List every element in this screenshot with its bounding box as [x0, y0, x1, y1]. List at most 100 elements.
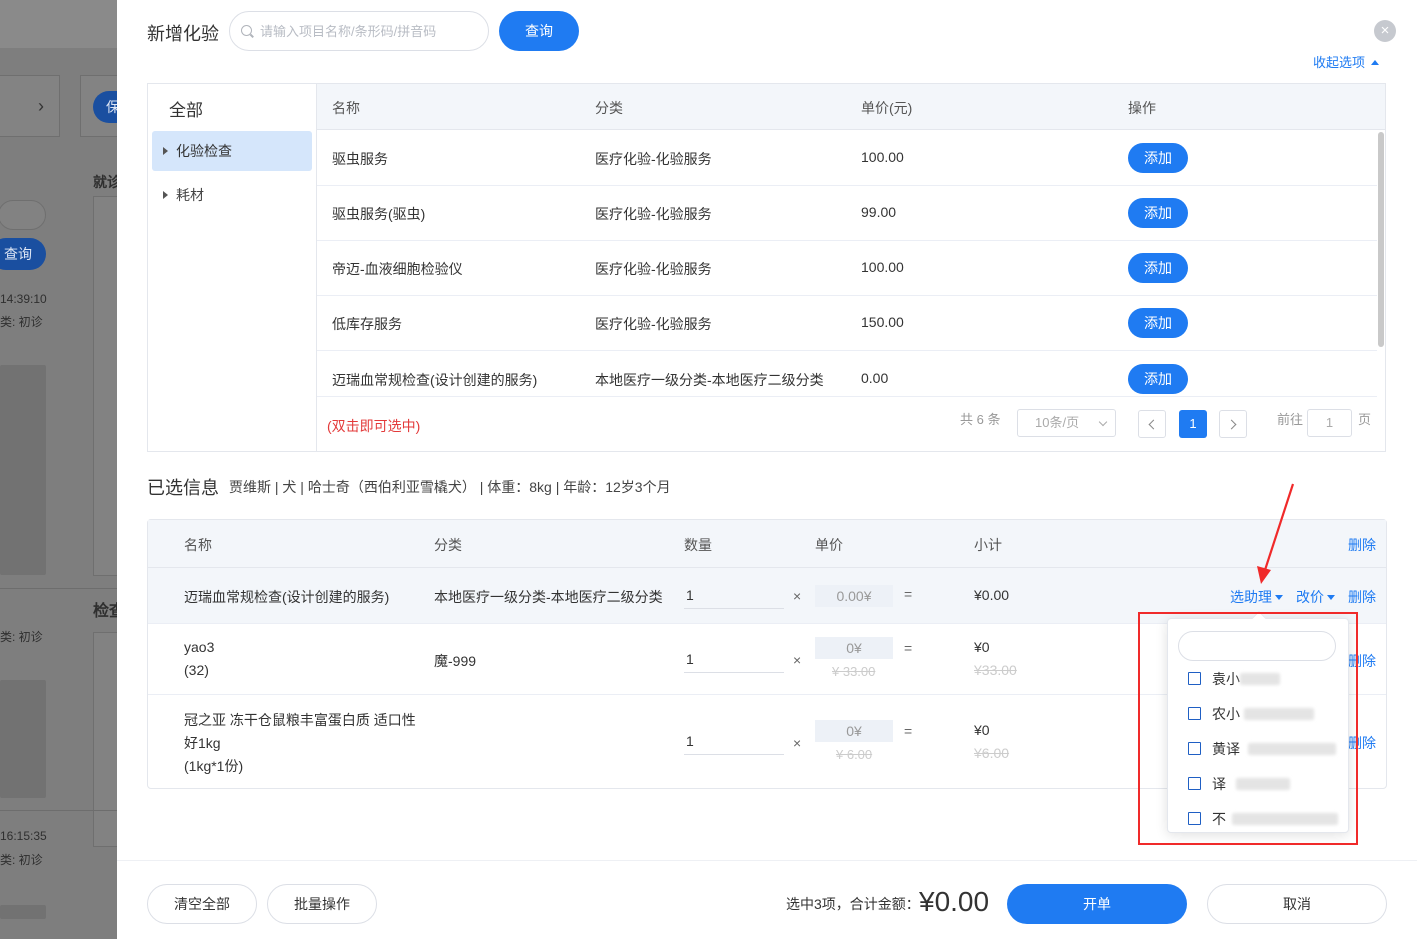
table-row[interactable]: 帝迈-血液细胞检验仪 医疗化验-化验服务 100.00 添加 [317, 241, 1377, 296]
change-price-label: 改价 [1296, 589, 1324, 605]
table-row[interactable]: 驱虫服务(驱虫) 医疗化验-化验服务 99.00 添加 [317, 186, 1377, 241]
bg-block [0, 365, 46, 575]
add-button[interactable]: 添加 [1128, 253, 1188, 283]
next-page-button[interactable] [1219, 410, 1247, 438]
close-icon[interactable]: × [1374, 20, 1396, 42]
category-item-consumables[interactable]: 耗材 [152, 175, 312, 215]
bg-panel [93, 196, 117, 576]
product-table-header: 名称 分类 单价(元) 操作 [317, 84, 1385, 130]
times-sign: × [793, 588, 802, 604]
submit-order-button[interactable]: 开单 [1007, 884, 1187, 924]
row-name: 帝迈-血液细胞检验仪 [332, 261, 463, 277]
item-subtotal: ¥0.00 [974, 587, 1010, 603]
row-category: 本地医疗一级分类-本地医疗二级分类 [595, 372, 824, 388]
clear-all-button[interactable]: 清空全部 [147, 884, 257, 924]
quantity-input[interactable]: 1 [684, 727, 784, 755]
bg-type: 类: 初诊 [0, 315, 43, 329]
collapse-options-link[interactable]: 收起选项 [1313, 52, 1380, 71]
item-subtotal: ¥0 [974, 639, 990, 655]
category-all[interactable]: 全部 [169, 96, 203, 121]
modal-footer: 清空全部 批量操作 选中3项，合计金额： ¥0.00 开单 取消 [117, 860, 1417, 939]
category-item-label: 化验检查 [176, 143, 232, 159]
table-row[interactable]: 驱虫服务 医疗化验-化验服务 100.00 添加 [317, 131, 1377, 186]
row-name: 低库存服务 [332, 316, 402, 332]
delete-all-link[interactable]: 删除 [1348, 535, 1376, 555]
item-name: 迈瑞血常规检查(设计创建的服务) [184, 589, 390, 605]
bg-header-strip [0, 0, 117, 48]
row-price: 100.00 [861, 259, 904, 275]
scrollbar-thumb[interactable] [1378, 132, 1384, 347]
row-price: 99.00 [861, 204, 897, 220]
item-name-line1: 冠之亚 冻干仓鼠粮丰富蛋白质 适口性 [184, 712, 416, 728]
selected-table-header: 名称 分类 数量 单价 小计 删除 [148, 520, 1386, 568]
row-name: 驱虫服务(驱虫) [332, 206, 426, 222]
prev-page-button[interactable] [1138, 410, 1166, 438]
change-price-dropdown[interactable]: 改价 [1296, 587, 1335, 607]
times-sign: × [793, 735, 802, 751]
bg-section-label-2: 检查 [93, 603, 117, 620]
add-button[interactable]: 添加 [1128, 364, 1188, 394]
unit-price-field[interactable]: 0¥ [815, 720, 893, 742]
bg-type-3: 类: 初诊 [0, 853, 43, 867]
add-button[interactable]: 添加 [1128, 198, 1188, 228]
quantity-input[interactable]: 1 [684, 645, 784, 673]
bg-time: 14:39:10 [0, 292, 47, 306]
add-button[interactable]: 添加 [1128, 308, 1188, 338]
header-action: 操作 [1128, 100, 1156, 116]
header-category: 分类 [434, 537, 462, 553]
bg-section-label: 就诊 [93, 174, 117, 190]
unit-price-field[interactable]: 0.00¥ [815, 585, 893, 607]
header-name: 名称 [332, 100, 360, 116]
add-button[interactable]: 添加 [1128, 143, 1188, 173]
header-qty: 数量 [684, 537, 712, 553]
search-button[interactable]: 查询 [499, 11, 579, 51]
item-category: 本地医疗一级分类-本地医疗二级分类 [434, 589, 663, 605]
goto-label: 前往 [1277, 412, 1304, 427]
cancel-button[interactable]: 取消 [1207, 884, 1387, 924]
item-name-line2: (32) [184, 662, 209, 678]
bg-query-button: 查询 [0, 238, 46, 270]
row-name: 驱虫服务 [332, 151, 388, 167]
bg-block-2 [0, 680, 46, 798]
total-amount: ¥0.00 [919, 886, 990, 917]
add-lab-test-modal: 新增化验 查询 × 收起选项 全部 化验检查 耗材 名称 分类 单价(元) 操作… [117, 0, 1417, 939]
quantity-input[interactable]: 1 [684, 581, 784, 609]
search-input[interactable] [260, 21, 480, 41]
item-subtotal: ¥0 [974, 722, 990, 738]
equals-sign: = [904, 640, 913, 656]
table-scrollbar[interactable] [1377, 130, 1385, 395]
item-name-line2: 好1kg [184, 735, 221, 751]
header-subtotal: 小计 [974, 537, 1002, 553]
page-number-current[interactable]: 1 [1179, 410, 1207, 438]
search-icon [241, 25, 252, 36]
category-item-lab-test[interactable]: 化验检查 [152, 131, 312, 171]
row-category: 医疗化验-化验服务 [595, 261, 712, 277]
bg-type-2: 类: 初诊 [0, 630, 43, 644]
delete-link[interactable]: 删除 [1348, 587, 1376, 607]
batch-operation-button[interactable]: 批量操作 [267, 884, 377, 924]
item-name-line3: (1kg*1份) [184, 758, 244, 774]
header-name: 名称 [184, 537, 212, 553]
table-row[interactable]: 低库存服务 医疗化验-化验服务 150.00 添加 [317, 296, 1377, 351]
caret-down-icon [1327, 595, 1335, 600]
table-row[interactable]: 迈瑞血常规检查(设计创建的服务) 本地医疗一级分类-本地医疗二级分类 0.00 … [317, 351, 1377, 397]
header-category: 分类 [595, 100, 623, 116]
original-subtotal: ¥6.00 [974, 745, 1010, 761]
row-price: 100.00 [861, 149, 904, 165]
unit-price-field[interactable]: 0¥ [815, 637, 893, 659]
chevron-down-icon [1098, 417, 1108, 427]
item-name-line1: yao3 [184, 639, 215, 655]
background-page: › 保 就诊 查询 14:39:10 类: 初诊 检查 类: 初诊 16:15:… [0, 0, 117, 939]
page-size-value: 10条/页 [1035, 415, 1080, 430]
row-category: 医疗化验-化验服务 [595, 151, 712, 167]
select-assistant-dropdown[interactable]: 选助理 [1230, 587, 1283, 607]
page-size-select[interactable]: 10条/页 [1017, 409, 1116, 437]
row-category: 医疗化验-化验服务 [595, 316, 712, 332]
selection-summary: 选中3项，合计金额： [786, 896, 920, 912]
goto-page-input[interactable]: 1 [1307, 409, 1352, 437]
bg-divider-2 [0, 810, 117, 811]
modal-title: 新增化验 [147, 24, 219, 44]
bg-card [0, 75, 60, 137]
bg-divider [0, 588, 117, 589]
caret-down-icon [1275, 595, 1283, 600]
